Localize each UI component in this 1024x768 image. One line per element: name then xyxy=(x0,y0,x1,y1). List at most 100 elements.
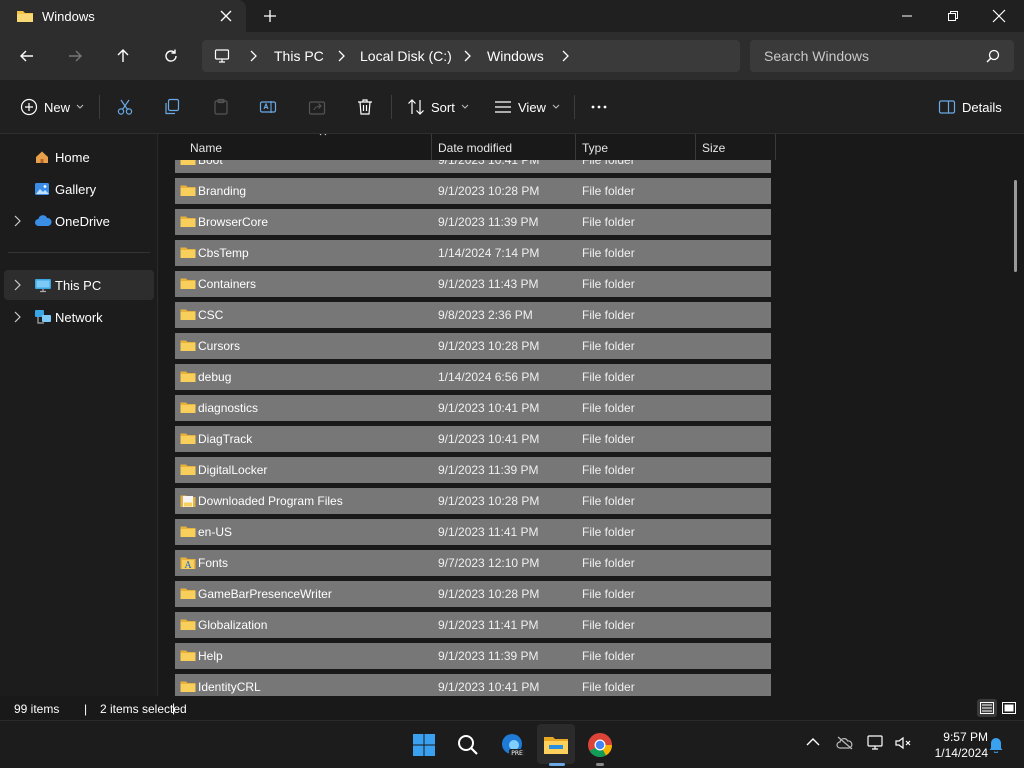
details-button[interactable]: Details xyxy=(938,97,1002,117)
new-button[interactable]: New xyxy=(20,97,84,117)
file-name: Globalization xyxy=(198,618,268,632)
file-name: Help xyxy=(198,649,223,663)
file-type: File folder xyxy=(582,494,635,508)
table-row[interactable]: Downloaded Program Files 9/1/2023 10:28 P… xyxy=(175,488,771,514)
sidebar-item-label: This PC xyxy=(55,278,102,293)
edge-beta-button[interactable]: PRE xyxy=(497,730,527,760)
view-label: View xyxy=(518,99,546,115)
up-button[interactable] xyxy=(113,46,133,66)
start-button[interactable] xyxy=(409,730,439,760)
table-row[interactable]: CSC 9/8/2023 2:36 PM File folder xyxy=(175,302,771,328)
table-row[interactable]: CbsTemp 1/14/2024 7:14 PM File folder xyxy=(175,240,771,266)
forward-button[interactable] xyxy=(65,46,85,66)
file-date-modified: 9/1/2023 10:41 PM xyxy=(438,160,540,167)
column-header-size[interactable]: Size xyxy=(696,134,776,160)
search-input[interactable]: Search Windows xyxy=(750,40,1014,72)
sidebar-item-onedrive[interactable]: OneDrive xyxy=(4,206,154,236)
table-row[interactable]: diagnostics 9/1/2023 10:41 PM File folder xyxy=(175,395,771,421)
table-row[interactable]: DiagTrack 9/1/2023 10:41 PM File folder xyxy=(175,426,771,452)
tab-windows[interactable]: Windows xyxy=(0,0,246,32)
restore-button[interactable] xyxy=(930,0,976,32)
table-row[interactable]: IdentityCRL 9/1/2023 10:41 PM File folder xyxy=(175,674,771,696)
sidebar-item-gallery[interactable]: Gallery xyxy=(4,174,154,204)
refresh-icon xyxy=(163,48,179,64)
breadcrumb-local-disk[interactable]: Local Disk (C:) xyxy=(360,48,452,64)
table-row[interactable]: Cursors 9/1/2023 10:28 PM File folder xyxy=(175,333,771,359)
sidebar-item-label: OneDrive xyxy=(55,214,110,229)
table-row[interactable]: Containers 9/1/2023 11:43 PM File folder xyxy=(175,271,771,297)
folder-icon xyxy=(180,401,196,414)
table-row[interactable]: debug 1/14/2024 6:56 PM File folder xyxy=(175,364,771,390)
chevron-right-icon[interactable] xyxy=(12,279,22,291)
sidebar-item-label: Home xyxy=(55,150,90,165)
chevron-right-icon[interactable] xyxy=(462,50,472,62)
file-date-modified: 9/1/2023 11:39 PM xyxy=(438,215,539,229)
chrome-button[interactable] xyxy=(585,730,615,760)
chevron-right-icon[interactable] xyxy=(12,311,22,323)
copy-button[interactable] xyxy=(163,97,181,117)
share-button[interactable] xyxy=(308,97,326,117)
file-name: Cursors xyxy=(198,339,241,353)
arrow-up-icon xyxy=(115,48,131,64)
status-bar: 99 items | 2 items selected | xyxy=(0,696,1024,720)
table-row[interactable]: GameBarPresenceWriter 9/1/2023 10:28 PM Fi… xyxy=(175,581,771,607)
chevron-right-icon[interactable] xyxy=(336,50,346,62)
more-options-button[interactable] xyxy=(590,97,608,117)
table-row[interactable]: en-US 9/1/2023 11:41 PM File folder xyxy=(175,519,771,545)
tab-close-icon[interactable] xyxy=(218,8,234,24)
chevron-up-icon[interactable] xyxy=(806,737,820,747)
file-name: IdentityCRL xyxy=(198,680,261,694)
breadcrumb-windows[interactable]: Windows xyxy=(487,48,544,64)
file-name: diagnostics xyxy=(198,401,259,415)
close-window-button[interactable] xyxy=(976,0,1022,32)
table-row[interactable]: BrowserCore 9/1/2023 11:39 PM File folder xyxy=(175,209,771,235)
breadcrumb-this-pc[interactable]: This PC xyxy=(274,48,324,64)
large-icons-view-toggle[interactable] xyxy=(999,699,1019,717)
table-row[interactable]: Help 9/1/2023 11:39 PM File folder xyxy=(175,643,771,669)
column-header-name[interactable]: Name xyxy=(175,134,432,160)
chevron-right-icon[interactable] xyxy=(560,50,570,62)
file-explorer-button[interactable] xyxy=(541,730,571,760)
bell-icon[interactable] xyxy=(988,735,1004,753)
edge-icon: PRE xyxy=(499,732,525,758)
file-date-modified: 9/1/2023 11:39 PM xyxy=(438,649,539,663)
back-button[interactable] xyxy=(17,46,37,66)
close-icon xyxy=(992,9,1006,23)
volume-muted-icon[interactable] xyxy=(894,735,912,751)
plus-icon[interactable] xyxy=(262,8,278,24)
taskbar-search-button[interactable] xyxy=(453,730,483,760)
vertical-scrollbar[interactable] xyxy=(1014,180,1017,272)
chevron-right-icon[interactable] xyxy=(12,215,22,227)
sort-button[interactable]: Sort xyxy=(407,97,469,117)
file-type: File folder xyxy=(582,277,635,291)
minimize-button[interactable] xyxy=(884,0,930,32)
delete-button[interactable] xyxy=(356,97,374,117)
sidebar-item-this-pc[interactable]: This PC xyxy=(4,270,154,300)
column-header-type[interactable]: Type xyxy=(576,134,696,160)
table-row[interactable]: Boot 9/1/2023 10:41 PM File folder xyxy=(175,160,771,173)
table-row[interactable]: Globalization 9/1/2023 11:41 PM File folde… xyxy=(175,612,771,638)
table-row[interactable]: A Fonts 9/7/2023 12:10 PM File folder xyxy=(175,550,771,576)
paste-button[interactable] xyxy=(212,97,230,117)
tiles-view-icon xyxy=(1002,702,1016,714)
file-name: Branding xyxy=(198,184,247,198)
table-row[interactable]: Branding 9/1/2023 10:28 PM File folder xyxy=(175,178,771,204)
column-header-date-modified[interactable]: Date modified xyxy=(432,134,576,160)
tab-title: Windows xyxy=(42,9,95,24)
cut-button[interactable] xyxy=(116,97,134,117)
system-clock[interactable]: 9:57 PM 1/14/2024 xyxy=(918,729,988,761)
sidebar-item-home[interactable]: Home xyxy=(4,142,154,172)
table-row[interactable]: DigitalLocker 9/1/2023 11:39 PM File folde… xyxy=(175,457,771,483)
onedrive-offline-icon[interactable] xyxy=(836,736,854,750)
refresh-button[interactable] xyxy=(161,46,181,66)
arrow-left-icon xyxy=(19,48,35,64)
view-button[interactable]: View xyxy=(494,97,560,117)
file-type: File folder xyxy=(582,618,635,632)
folder-icon xyxy=(180,525,196,538)
address-bar[interactable]: This PC Local Disk (C:) Windows xyxy=(202,40,740,72)
details-view-toggle[interactable] xyxy=(977,699,997,717)
rename-button[interactable] xyxy=(259,97,277,117)
details-pane-icon xyxy=(938,98,956,116)
network-status-icon[interactable] xyxy=(867,735,885,751)
sidebar-item-network[interactable]: Network xyxy=(4,302,154,332)
